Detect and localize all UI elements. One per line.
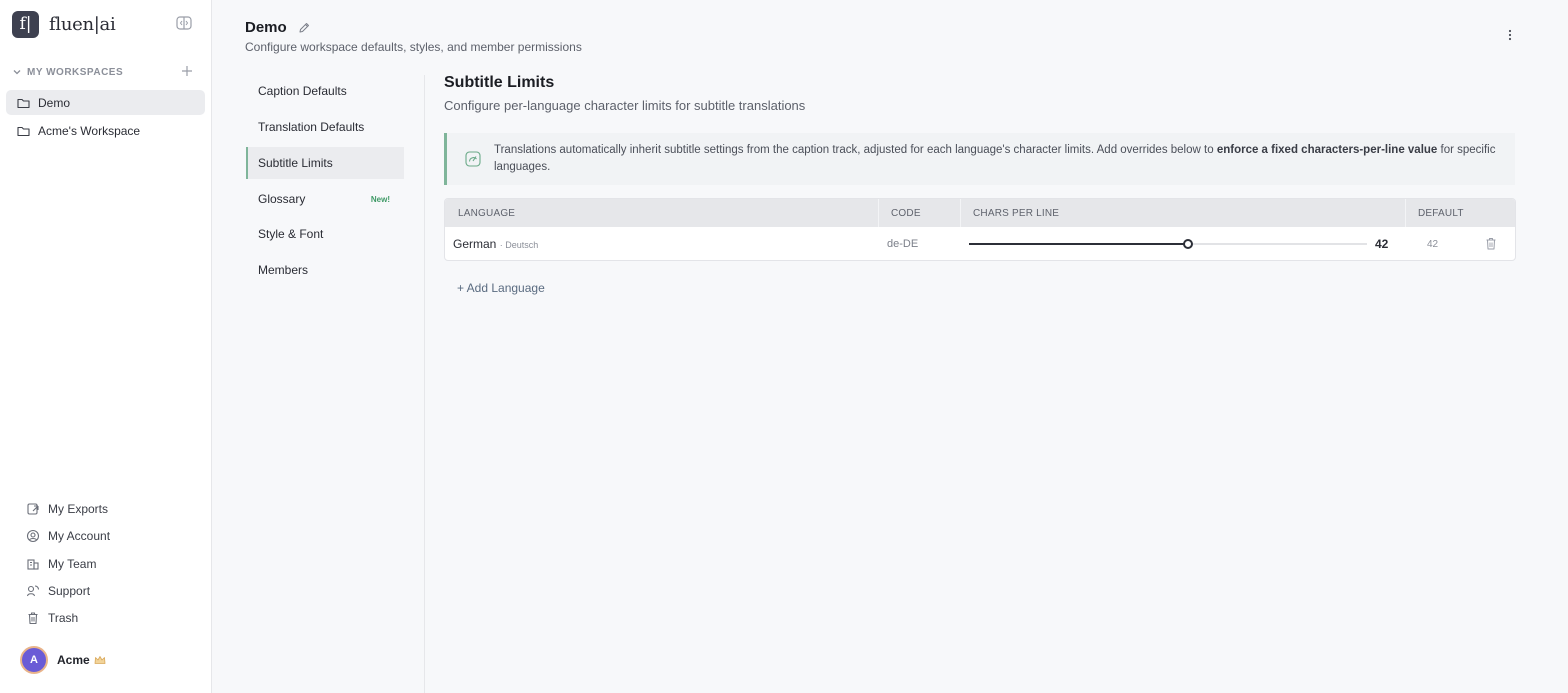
settings-nav-label: Translation Defaults [258, 120, 365, 134]
new-badge: New! [370, 194, 390, 204]
settings-nav-subtitle-limits[interactable]: Subtitle Limits [246, 147, 404, 179]
info-text-bold: enforce a fixed characters-per-line valu… [1216, 144, 1438, 156]
settings-nav-label: Members [258, 263, 309, 277]
logo-mark: f| [12, 10, 39, 38]
nav-my-exports[interactable]: My Exports [26, 501, 108, 517]
language-code: de-DE [887, 238, 919, 250]
trash-icon [28, 612, 38, 625]
info-gauge-icon [465, 151, 481, 167]
logo[interactable]: f| fluen|ai [12, 10, 199, 38]
language-limits-table: LANGUAGE CODE CHARS PER LINE DEFAULT Ger… [444, 198, 1516, 261]
column-header-default: DEFAULT [1418, 207, 1464, 219]
chars-per-line-slider[interactable] [969, 239, 1367, 249]
section-title: Subtitle Limits [444, 74, 555, 91]
settings-nav-divider [424, 75, 425, 693]
settings-nav-members[interactable]: Members [246, 254, 404, 286]
crown-icon [94, 656, 106, 664]
workspace-item-acme[interactable]: Acme's Workspace [6, 118, 205, 143]
slider-thumb[interactable] [1182, 239, 1193, 249]
settings-nav-style-font[interactable]: Style & Font [246, 218, 404, 250]
delete-row-trash-icon[interactable] [1485, 237, 1497, 250]
workspace-label: Acme's Workspace [38, 123, 141, 138]
language-native-name: · Deutsch [499, 240, 539, 250]
team-icon [27, 559, 39, 570]
column-header-language: LANGUAGE [458, 207, 516, 219]
exports-icon [27, 503, 39, 515]
workspace-label: Demo [38, 95, 71, 110]
settings-nav-label: Subtitle Limits [258, 156, 333, 170]
nav-label: Trash [48, 611, 79, 625]
settings-nav-translation-defaults[interactable]: Translation Defaults [246, 111, 404, 143]
nav-support[interactable]: Support [26, 583, 90, 599]
column-header-chars-per-line: CHARS PER LINE [973, 207, 1060, 219]
nav-label: My Team [48, 557, 97, 571]
folder-icon [17, 126, 30, 136]
workspace-item-demo[interactable]: Demo [6, 90, 205, 115]
page-title: Demo [245, 19, 287, 36]
account-icon [26, 529, 40, 543]
settings-nav-label: Caption Defaults [258, 84, 347, 98]
more-options-icon[interactable] [1506, 28, 1514, 42]
settings-nav-label: Glossary [258, 192, 306, 206]
language-name: German [453, 237, 497, 251]
nav-label: My Exports [48, 502, 109, 516]
language-cell: German · Deutsch [453, 237, 538, 251]
default-value: 42 [1427, 239, 1439, 250]
folder-icon [17, 98, 30, 108]
column-divider [878, 199, 879, 227]
add-language-button[interactable]: + Add Language [457, 281, 545, 295]
column-header-code: CODE [891, 207, 921, 219]
logo-text: fluen|ai [49, 13, 116, 35]
column-divider [1405, 199, 1406, 227]
user-name: Acme [57, 653, 90, 667]
nav-my-team[interactable]: My Team [26, 556, 96, 572]
table-row: German · Deutsch de-DE 42 42 [445, 227, 1515, 260]
avatar: A [20, 646, 48, 674]
page-subtitle: Configure workspace defaults, styles, an… [245, 40, 582, 54]
user-profile[interactable]: A Acme [20, 646, 106, 674]
nav-trash[interactable]: Trash [26, 610, 78, 626]
info-text-part: Translations automatically inherit subti… [494, 144, 1217, 156]
nav-label: My Account [48, 529, 111, 543]
table-header: LANGUAGE CODE CHARS PER LINE DEFAULT [445, 199, 1515, 227]
info-text: Translations automatically inherit subti… [494, 142, 1504, 176]
workspaces-label: MY WORKSPACES [27, 66, 124, 78]
settings-nav-caption-defaults[interactable]: Caption Defaults [246, 75, 404, 107]
info-callout: Translations automatically inherit subti… [444, 133, 1515, 185]
column-divider [960, 199, 961, 227]
chevron-down-icon[interactable] [12, 67, 22, 77]
workspaces-header[interactable]: MY WORKSPACES [12, 64, 193, 80]
sidebar: f| fluen|ai MY WORKSPACES Demo Acme's Wo… [0, 0, 212, 693]
slider-fill [969, 243, 1188, 245]
support-icon [26, 585, 40, 597]
sidebar-toggle-icon[interactable] [176, 16, 192, 30]
settings-nav-glossary[interactable]: Glossary New! [246, 183, 404, 215]
chars-per-line-value: 42 [1375, 237, 1389, 251]
edit-pencil-icon[interactable] [298, 22, 310, 34]
nav-label: Support [48, 584, 91, 598]
nav-my-account[interactable]: My Account [26, 528, 110, 544]
add-workspace-icon[interactable] [181, 65, 193, 77]
section-subtitle: Configure per-language character limits … [444, 98, 806, 113]
settings-nav-label: Style & Font [258, 227, 324, 241]
